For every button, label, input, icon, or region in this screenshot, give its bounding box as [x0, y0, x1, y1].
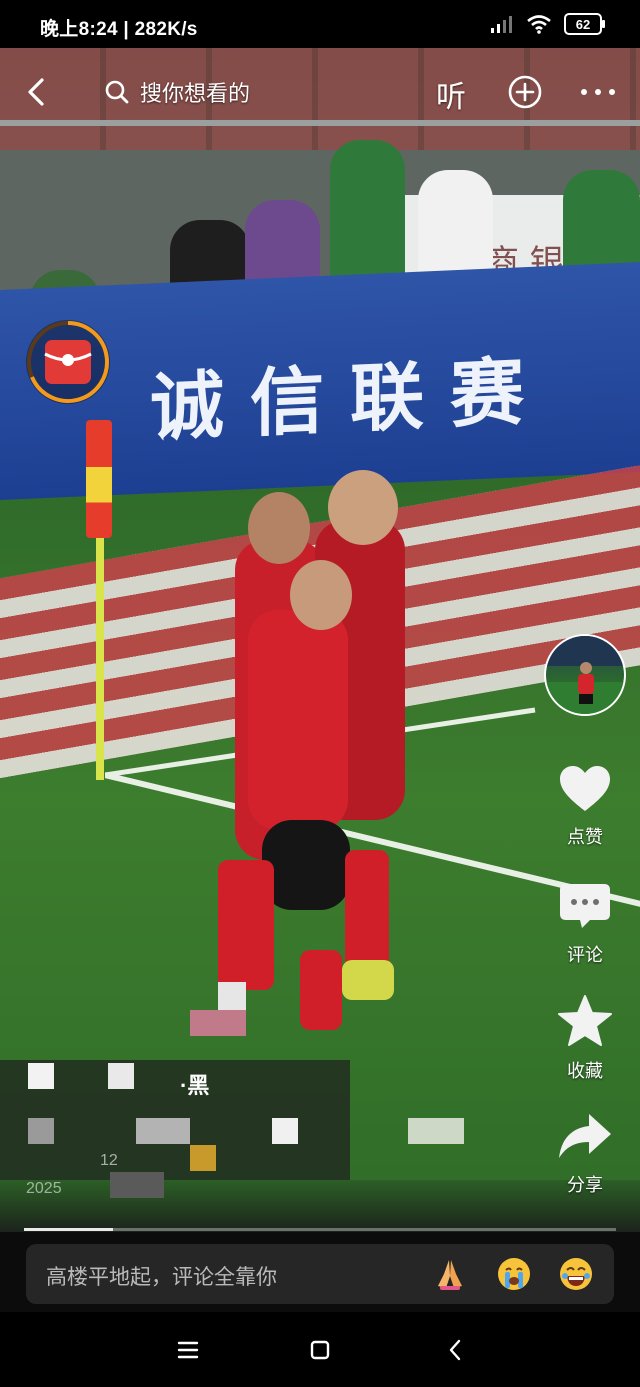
star-icon: [558, 995, 612, 1046]
chevron-left-icon: [28, 78, 44, 106]
system-nav-bar: [0, 1312, 640, 1387]
comment-input-bar[interactable]: 高楼平地起，评论全靠你: [26, 1244, 614, 1304]
battery-level: 62: [575, 16, 591, 32]
player-boot: [342, 960, 394, 1000]
collect-button[interactable]: 收藏: [540, 994, 630, 1083]
like-button[interactable]: 点赞: [540, 764, 630, 849]
laughing-face-emoji-icon[interactable]: [558, 1256, 594, 1292]
back-triangle-icon[interactable]: [440, 1334, 472, 1366]
home-square-icon[interactable]: [304, 1334, 336, 1366]
top-nav: 搜你想看的 听: [0, 60, 640, 124]
mosaic-block: [218, 982, 246, 1010]
player: [248, 610, 348, 830]
signal-icon: [491, 16, 512, 33]
player-shorts: [262, 820, 350, 910]
red-packet-icon: [27, 321, 109, 403]
collect-label: 收藏: [567, 1061, 603, 1081]
status-time-speed: 晚上8:24 | 282K/s: [40, 19, 198, 40]
status-icons: 62: [490, 12, 605, 36]
player-head: [248, 492, 310, 564]
share-button[interactable]: 分享: [540, 1110, 630, 1197]
add-button[interactable]: [507, 74, 543, 110]
back-button[interactable]: [20, 74, 56, 110]
status-bar: 晚上8:24 | 282K/s 62: [0, 0, 640, 48]
comment-bubble-icon: [560, 884, 610, 928]
search-placeholder: 搜你想看的: [140, 81, 251, 106]
listen-button[interactable]: 听: [436, 72, 466, 116]
search-icon: [105, 80, 129, 104]
mosaic-block: [190, 1010, 246, 1036]
caption-meta: 12: [100, 1152, 118, 1169]
folded-hands-emoji-icon[interactable]: [432, 1256, 468, 1292]
video-progress-fill: [24, 1228, 113, 1231]
comment-label: 评论: [567, 945, 603, 965]
share-label: 分享: [567, 1175, 603, 1195]
creator-avatar[interactable]: [544, 634, 626, 716]
player-legs: [218, 860, 274, 990]
more-dots-icon: [581, 89, 615, 95]
caption-date: 2025: [26, 1180, 62, 1197]
author-name[interactable]: ·黑: [180, 1068, 209, 1100]
comment-input[interactable]: 高楼平地起，评论全靠你: [46, 1261, 277, 1291]
wifi-icon: [527, 15, 551, 34]
comment-bar-area: 高楼平地起，评论全靠你: [0, 1232, 640, 1312]
banner-text: 诚信联赛: [150, 348, 550, 452]
plus-circle-icon: [508, 75, 542, 109]
heart-icon: [560, 766, 610, 811]
like-label: 点赞: [567, 827, 603, 847]
player-legs: [345, 850, 389, 970]
battery-icon: 62: [564, 13, 605, 35]
corner-flag: [86, 420, 112, 538]
comment-button[interactable]: 评论: [540, 882, 630, 967]
share-arrow-icon: [559, 1114, 611, 1158]
video-caption[interactable]: ·黑 12 2025: [26, 1060, 526, 1210]
more-button[interactable]: [578, 78, 618, 106]
player-head: [290, 560, 352, 630]
red-packet-widget[interactable]: [26, 320, 110, 404]
avatar-image: [546, 636, 624, 714]
menu-icon[interactable]: [172, 1334, 204, 1366]
player-legs: [300, 950, 342, 1030]
player-head: [328, 470, 398, 545]
search-button[interactable]: 搜你想看的: [104, 74, 250, 110]
video-progress-bar[interactable]: [24, 1228, 616, 1231]
crying-face-emoji-icon[interactable]: [496, 1256, 532, 1292]
